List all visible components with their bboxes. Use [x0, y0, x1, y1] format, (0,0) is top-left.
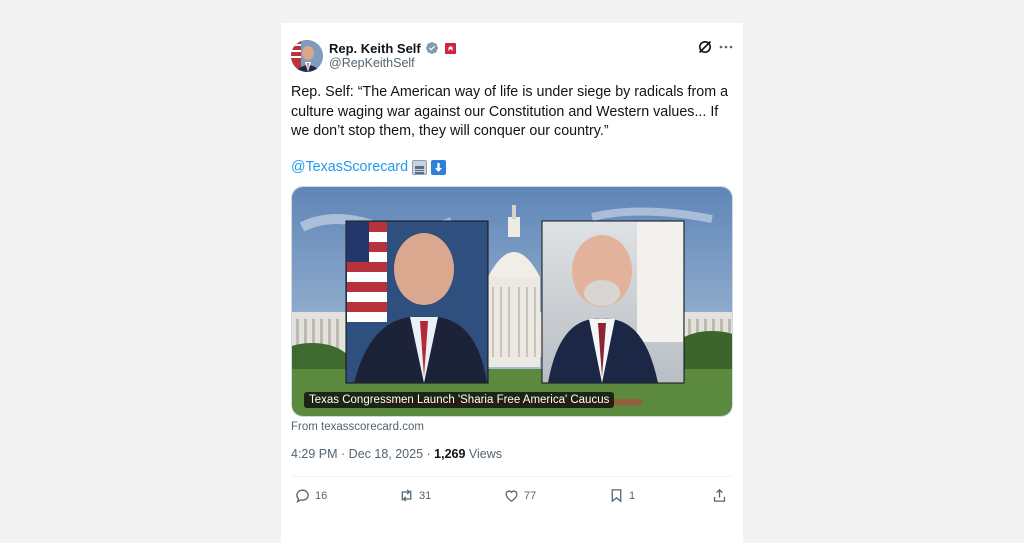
views-count: 1,269 [434, 447, 466, 461]
repost-button[interactable]: 31 [398, 487, 431, 504]
like-icon [505, 490, 518, 502]
avatar[interactable] [291, 40, 323, 72]
bookmark-icon [611, 489, 622, 503]
author-handle[interactable]: @RepKeithSelf [329, 56, 415, 70]
like-button[interactable]: 77 [503, 487, 536, 504]
tweet-time[interactable]: 4:29 PM [291, 447, 338, 461]
divider [291, 476, 733, 477]
verified-icon [425, 41, 439, 55]
affiliation-badge-icon [444, 42, 456, 54]
share-button[interactable] [711, 487, 728, 504]
capitol-photo [292, 187, 732, 416]
link-card-image[interactable]: Texas Congressmen Launch 'Sharia Free Am… [291, 186, 733, 417]
tweet-text: Rep. Self: “The American way of life is … [291, 84, 729, 139]
share-icon [713, 488, 726, 502]
media-caption: Texas Congressmen Launch 'Sharia Free Am… [304, 392, 615, 408]
down-arrow-emoji-icon [431, 159, 447, 175]
tweet-metadata: 4:29 PM · Dec 18, 2025 · 1,269 Views [291, 447, 502, 461]
author-display-name[interactable]: Rep. Keith Self [329, 41, 421, 56]
meta-separator: · [337, 447, 349, 461]
mention-link[interactable]: @TexasScorecard [291, 159, 447, 175]
reply-button[interactable]: 16 [294, 487, 327, 504]
repost-icon [401, 489, 412, 502]
author-name-row[interactable]: Rep. Keith Self [329, 40, 456, 56]
like-count: 77 [524, 489, 537, 502]
reply-count: 16 [315, 489, 328, 502]
link-source[interactable]: From texasscorecard.com [291, 421, 424, 433]
bookmark-count: 1 [629, 489, 636, 502]
views-label: Views [465, 447, 503, 461]
newspaper-emoji-icon [412, 159, 428, 175]
mention-text[interactable]: @TexasScorecard [291, 159, 408, 175]
repost-count: 31 [419, 489, 432, 502]
meta-separator-2: · [423, 447, 435, 461]
tweet-card: Rep. Keith Self @RepKeithSelf Rep. Self:… [281, 23, 743, 543]
more-icon[interactable] [718, 39, 734, 55]
bookmark-button[interactable]: 1 [608, 487, 635, 504]
grok-icon[interactable] [697, 39, 713, 55]
reply-icon [296, 489, 309, 503]
tweet-date[interactable]: Dec 18, 2025 [349, 447, 423, 461]
